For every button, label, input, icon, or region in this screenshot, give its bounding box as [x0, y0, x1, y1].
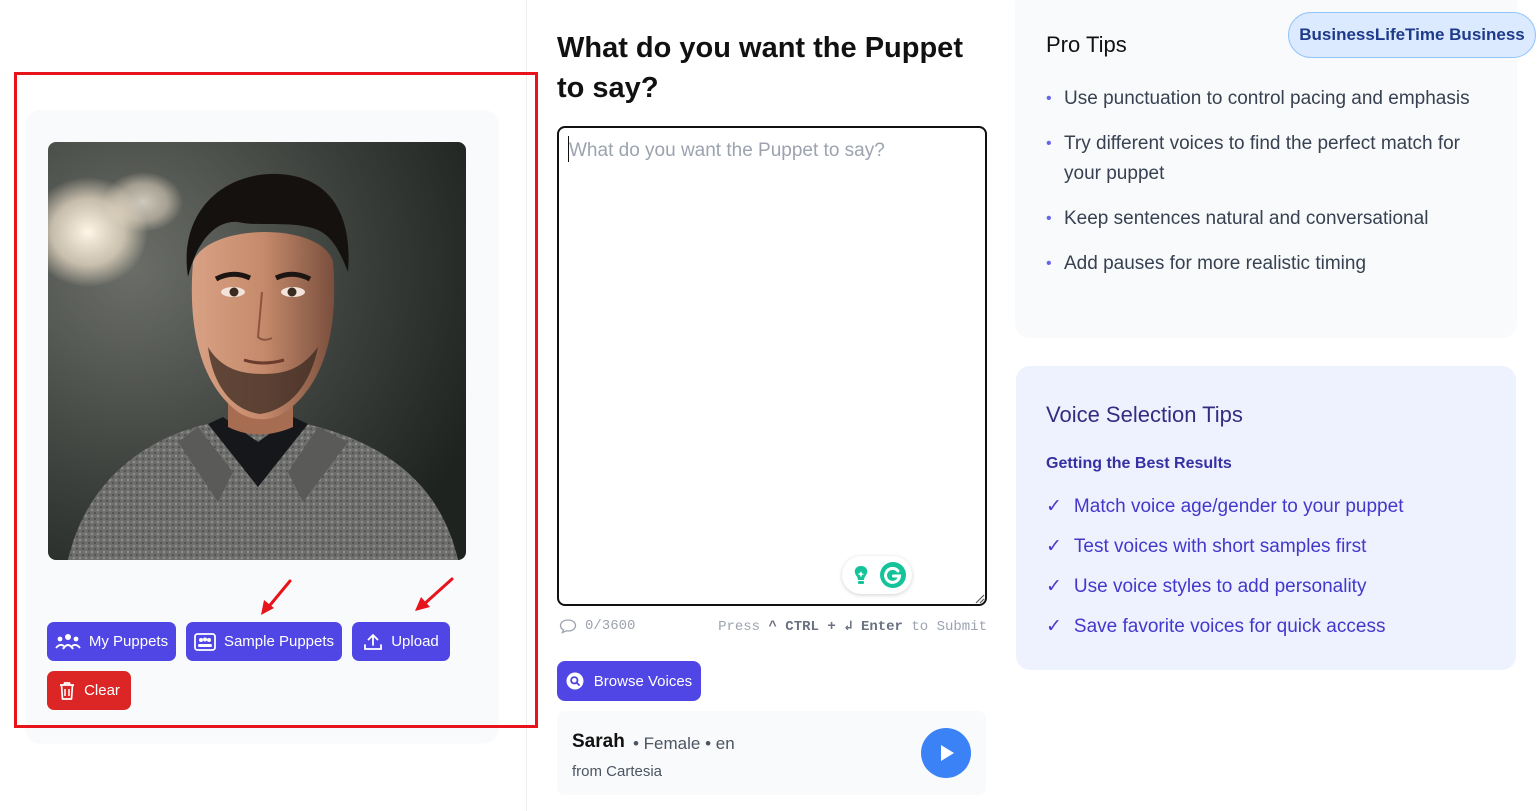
bullet-icon: • [1046, 210, 1052, 227]
bullet-icon: • [1046, 90, 1052, 107]
tip-text: Try different voices to find the perfect… [1064, 133, 1461, 184]
character-counter: 0/3600 [559, 618, 635, 634]
check-icon: ✓ [1046, 576, 1062, 597]
my-puppets-button[interactable]: My Puppets [47, 622, 176, 661]
tip-text: Use voice styles to add personality [1073, 576, 1367, 597]
shortcut-enter: ↲ Enter [844, 619, 903, 635]
upload-label: Upload [391, 633, 439, 650]
check-icon: ✓ [1046, 616, 1062, 637]
my-puppets-label: My Puppets [88, 633, 169, 650]
character-count: 0/3600 [585, 618, 636, 634]
selected-voice-card[interactable]: Sarah • Female • en from Cartesia [557, 711, 986, 795]
sample-puppets-label: Sample Puppets [223, 633, 335, 650]
browse-voices-label: Browse Voices [593, 672, 693, 690]
search-voice-icon [566, 672, 584, 690]
list-item: ✓ Match voice age/gender to your puppet [1046, 492, 1403, 522]
grammarly-icon[interactable] [879, 561, 907, 589]
tip-text: Save favorite voices for quick access [1073, 616, 1386, 637]
tip-text: Use punctuation to control pacing and em… [1064, 88, 1470, 109]
list-item: • Try different voices to find the perfec… [1046, 129, 1496, 189]
list-item: • Keep sentences natural and conversation… [1046, 204, 1496, 234]
group-icon [55, 633, 81, 650]
list-item: ✓ Save favorite voices for quick access [1046, 612, 1403, 642]
people-card-icon [194, 632, 216, 651]
shortcut-to-submit: to Submit [911, 619, 987, 635]
play-voice-button[interactable] [921, 728, 971, 778]
puppet-portrait-image [48, 142, 466, 560]
check-icon: ✓ [1046, 496, 1062, 517]
list-item: ✓ Use voice styles to add personality [1046, 572, 1403, 602]
voice-tips-list: ✓ Match voice age/gender to your puppet ✓… [1046, 492, 1403, 652]
shortcut-press: Press [718, 619, 761, 635]
account-badge[interactable]: BusinessLifeTime Business [1288, 12, 1536, 58]
page-title: What do you want the Puppet to say? [557, 32, 963, 104]
clear-label: Clear [84, 682, 120, 699]
pro-tips-title: Pro Tips [1046, 32, 1127, 57]
trash-icon [60, 681, 75, 700]
voice-name: Sarah [572, 731, 625, 752]
list-item: • Use punctuation to control pacing and e… [1046, 84, 1496, 114]
script-textarea[interactable] [557, 126, 987, 606]
voice-tips-title: Voice Selection Tips [1046, 402, 1243, 427]
upload-button[interactable]: Upload [352, 622, 450, 661]
tip-text: Match voice age/gender to your puppet [1073, 496, 1404, 517]
check-icon: ✓ [1046, 536, 1062, 557]
shortcut-ctrl: ^ CTRL [768, 619, 819, 635]
voice-provider: from Cartesia [572, 763, 663, 780]
voice-meta: • Female • en [633, 734, 735, 753]
list-item: • Add pauses for more realistic timing [1046, 249, 1496, 279]
lightbulb-icon[interactable] [847, 561, 875, 589]
sample-puppets-button[interactable]: Sample Puppets [186, 622, 342, 661]
grammarly-widget[interactable] [842, 556, 912, 594]
bullet-icon: • [1046, 135, 1052, 152]
list-item: ✓ Test voices with short samples first [1046, 532, 1403, 562]
column-divider [526, 0, 527, 811]
shortcut-plus: + [827, 619, 836, 635]
tip-text: Test voices with short samples first [1073, 536, 1367, 557]
resize-grip-icon[interactable] [973, 592, 985, 604]
bullet-icon: • [1046, 255, 1052, 272]
browse-voices-button[interactable]: Browse Voices [557, 661, 701, 701]
tip-text: Add pauses for more realistic timing [1064, 253, 1367, 274]
text-cursor [568, 136, 569, 162]
clear-button[interactable]: Clear [47, 671, 131, 710]
submit-shortcut-hint: Press ^ CTRL + ↲ Enter to Submit [718, 618, 987, 635]
upload-icon [364, 633, 383, 650]
voice-tips-subtitle: Getting the Best Results [1046, 455, 1232, 472]
tip-text: Keep sentences natural and conversationa… [1064, 208, 1429, 229]
voice-selection-tips-panel: Voice Selection Tips Getting the Best Re… [1016, 366, 1516, 670]
play-icon [941, 745, 954, 761]
pro-tips-list: • Use punctuation to control pacing and e… [1046, 84, 1496, 294]
speech-bubble-icon [559, 619, 577, 634]
